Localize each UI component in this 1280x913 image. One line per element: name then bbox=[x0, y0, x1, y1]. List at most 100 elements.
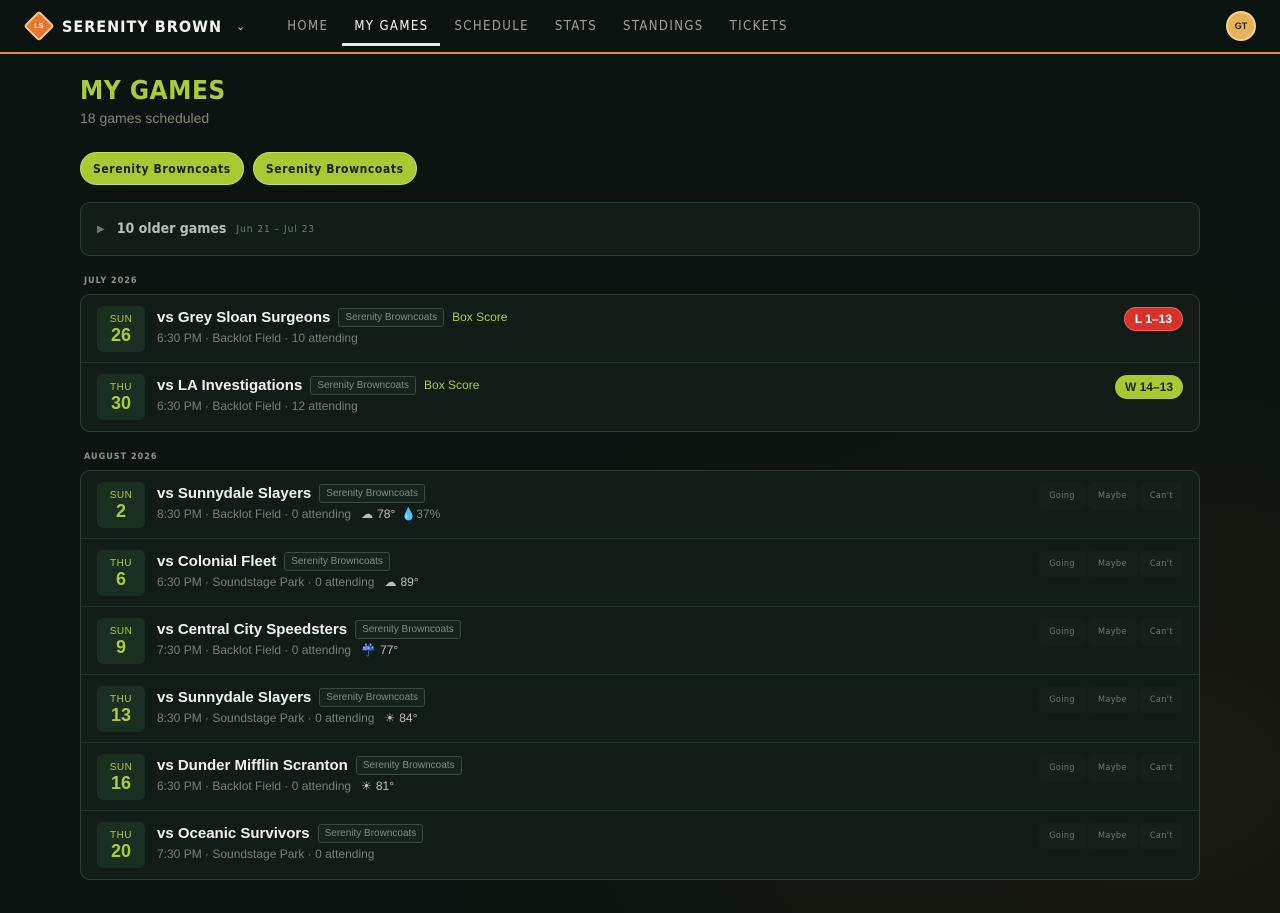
rsvp-going-button[interactable]: Going bbox=[1039, 551, 1085, 577]
page-subtitle: 18 games scheduled bbox=[80, 110, 210, 126]
older-games-range: Jun 21 – Jul 23 bbox=[236, 223, 316, 235]
rsvp-going-button[interactable]: Going bbox=[1039, 687, 1085, 713]
game-row[interactable]: SUN 2 vs Sunnydale Slayers Serenity Brow… bbox=[81, 471, 1199, 539]
nav-stats[interactable]: STATS bbox=[543, 0, 609, 53]
rsvp-group: Going Maybe Can't bbox=[1039, 823, 1183, 849]
nav-tickets[interactable]: TICKETS bbox=[718, 0, 800, 53]
game-date: SUN 16 bbox=[97, 754, 145, 800]
rsvp-maybe-button[interactable]: Maybe bbox=[1087, 551, 1137, 577]
opponent-name: vs Sunnydale Slayers bbox=[157, 484, 312, 502]
game-details: 6:30 PM · Backlot Field · 0 attending bbox=[157, 779, 352, 793]
team-name: SERENITY BROWNCOA… bbox=[62, 16, 222, 36]
avatar[interactable]: GT bbox=[1226, 11, 1256, 41]
weather-forecast: ☀ 84° bbox=[384, 711, 418, 725]
rsvp-going-button[interactable]: Going bbox=[1039, 483, 1085, 509]
rsvp-going-button[interactable]: Going bbox=[1039, 755, 1085, 781]
game-row[interactable]: THU 20 vs Oceanic Survivors Serenity Bro… bbox=[81, 811, 1199, 879]
rsvp-group: Going Maybe Can't bbox=[1039, 483, 1183, 509]
main-content: MY GAMES 18 games scheduled Serenity Bro… bbox=[80, 54, 1200, 880]
rsvp-cant-button[interactable]: Can't bbox=[1139, 619, 1183, 645]
game-details: 8:30 PM · Backlot Field · 0 attending bbox=[157, 507, 352, 521]
rsvp-group: Going Maybe Can't bbox=[1039, 619, 1183, 645]
game-details: 6:30 PM · Backlot Field · 12 attending bbox=[157, 399, 358, 413]
box-score-link[interactable]: Box Score bbox=[452, 310, 507, 324]
rsvp-cant-button[interactable]: Can't bbox=[1139, 755, 1183, 781]
rsvp-group: Going Maybe Can't bbox=[1039, 755, 1183, 781]
game-date: SUN 26 bbox=[97, 306, 145, 352]
game-date: SUN 9 bbox=[97, 618, 145, 664]
team-tag: Serenity Browncoats bbox=[319, 687, 425, 707]
opponent-name: vs Sunnydale Slayers bbox=[157, 688, 312, 706]
nav-links: HOME MY GAMES SCHEDULE STATS STANDINGS T… bbox=[275, 0, 802, 53]
nav-my-games[interactable]: MY GAMES bbox=[342, 0, 441, 53]
rsvp-maybe-button[interactable]: Maybe bbox=[1087, 687, 1137, 713]
game-row[interactable]: SUN 9 vs Central City Speedsters Serenit… bbox=[81, 607, 1199, 675]
game-date: THU 20 bbox=[97, 822, 145, 868]
rsvp-group: Going Maybe Can't bbox=[1039, 551, 1183, 577]
month-heading: AUGUST 2026 bbox=[84, 452, 158, 462]
cloud-icon: ☁ bbox=[384, 575, 397, 589]
raindrop-icon: 💧 bbox=[401, 507, 417, 521]
game-details: 7:30 PM · Backlot Field · 0 attending bbox=[157, 643, 352, 657]
month-games-card: SUN 26 vs Grey Sloan Surgeons Serenity B… bbox=[80, 294, 1200, 432]
opponent-name: vs Oceanic Survivors bbox=[157, 824, 310, 842]
opponent-name: vs Central City Speedsters bbox=[157, 620, 348, 638]
result-badge: L 1–13 bbox=[1123, 307, 1183, 331]
game-details: 6:30 PM · Soundstage Park · 0 attending bbox=[157, 575, 375, 589]
rsvp-going-button[interactable]: Going bbox=[1039, 619, 1085, 645]
game-row[interactable]: THU 30 vs LA Investigations Serenity Bro… bbox=[81, 363, 1199, 431]
sun-icon: ☀ bbox=[384, 711, 396, 725]
team-filter-chip[interactable]: Serenity Browncoats bbox=[252, 152, 417, 185]
game-date: SUN 2 bbox=[97, 482, 145, 528]
game-date: THU 6 bbox=[97, 550, 145, 596]
team-switcher[interactable]: LS SERENITY BROWNCOA… ⌄ bbox=[23, 10, 246, 42]
rsvp-cant-button[interactable]: Can't bbox=[1139, 483, 1183, 509]
result-badge: W 14–13 bbox=[1114, 375, 1183, 399]
rsvp-cant-button[interactable]: Can't bbox=[1139, 551, 1183, 577]
older-games-toggle[interactable]: ▶ 10 older games Jun 21 – Jul 23 bbox=[80, 202, 1200, 256]
game-row[interactable]: THU 13 vs Sunnydale Slayers Serenity Bro… bbox=[81, 675, 1199, 743]
team-tag: Serenity Browncoats bbox=[319, 483, 425, 503]
game-row[interactable]: THU 6 vs Colonial Fleet Serenity Brownco… bbox=[81, 539, 1199, 607]
sun-icon: ☀ bbox=[361, 779, 372, 793]
rsvp-maybe-button[interactable]: Maybe bbox=[1087, 755, 1137, 781]
game-row[interactable]: SUN 26 vs Grey Sloan Surgeons Serenity B… bbox=[81, 295, 1199, 363]
nav-home[interactable]: HOME bbox=[275, 0, 340, 53]
rain-cloud-icon: ☔ bbox=[361, 643, 377, 657]
page-title: MY GAMES bbox=[80, 76, 226, 106]
opponent-name: vs Colonial Fleet bbox=[157, 552, 277, 570]
expand-triangle-icon: ▶ bbox=[97, 223, 105, 235]
month-games-card: SUN 2 vs Sunnydale Slayers Serenity Brow… bbox=[80, 470, 1200, 880]
box-score-link[interactable]: Box Score bbox=[424, 378, 479, 392]
nav-standings[interactable]: STANDINGS bbox=[611, 0, 716, 53]
game-details: 8:30 PM · Soundstage Park · 0 attending bbox=[157, 711, 375, 725]
rsvp-cant-button[interactable]: Can't bbox=[1139, 687, 1183, 713]
rsvp-maybe-button[interactable]: Maybe bbox=[1087, 619, 1137, 645]
chevron-down-icon: ⌄ bbox=[236, 20, 246, 33]
rsvp-group: Going Maybe Can't bbox=[1039, 687, 1183, 713]
rsvp-cant-button[interactable]: Can't bbox=[1139, 823, 1183, 849]
team-tag: Serenity Browncoats bbox=[317, 823, 424, 843]
top-nav: LS SERENITY BROWNCOA… ⌄ HOME MY GAMES SC… bbox=[0, 0, 1280, 54]
game-date: THU 30 bbox=[97, 374, 145, 420]
rsvp-going-button[interactable]: Going bbox=[1039, 823, 1085, 849]
weather-forecast: ☔ 77° bbox=[361, 643, 399, 657]
weather-forecast: ☀ 81° bbox=[361, 779, 395, 793]
month-heading: JULY 2026 bbox=[84, 276, 138, 286]
weather-forecast: ☁ 78° bbox=[361, 507, 396, 521]
game-row[interactable]: SUN 16 vs Dunder Mifflin Scranton Sereni… bbox=[81, 743, 1199, 811]
team-tag: Serenity Browncoats bbox=[284, 551, 390, 571]
team-tag: Serenity Browncoats bbox=[355, 755, 462, 775]
rsvp-maybe-button[interactable]: Maybe bbox=[1087, 483, 1137, 509]
rsvp-maybe-button[interactable]: Maybe bbox=[1087, 823, 1137, 849]
game-details: 7:30 PM · Soundstage Park · 0 attending bbox=[157, 847, 375, 861]
weather-forecast: ☁ 89° bbox=[384, 575, 419, 589]
team-filter-chip[interactable]: Serenity Browncoats bbox=[80, 152, 244, 185]
team-tag: Serenity Browncoats bbox=[310, 375, 417, 395]
nav-schedule[interactable]: SCHEDULE bbox=[442, 0, 540, 53]
opponent-name: vs LA Investigations bbox=[157, 376, 303, 394]
team-tag: Serenity Browncoats bbox=[338, 307, 445, 327]
cloud-icon: ☁ bbox=[361, 507, 374, 521]
opponent-name: vs Grey Sloan Surgeons bbox=[157, 308, 331, 326]
older-games-label: 10 older games bbox=[116, 221, 227, 237]
